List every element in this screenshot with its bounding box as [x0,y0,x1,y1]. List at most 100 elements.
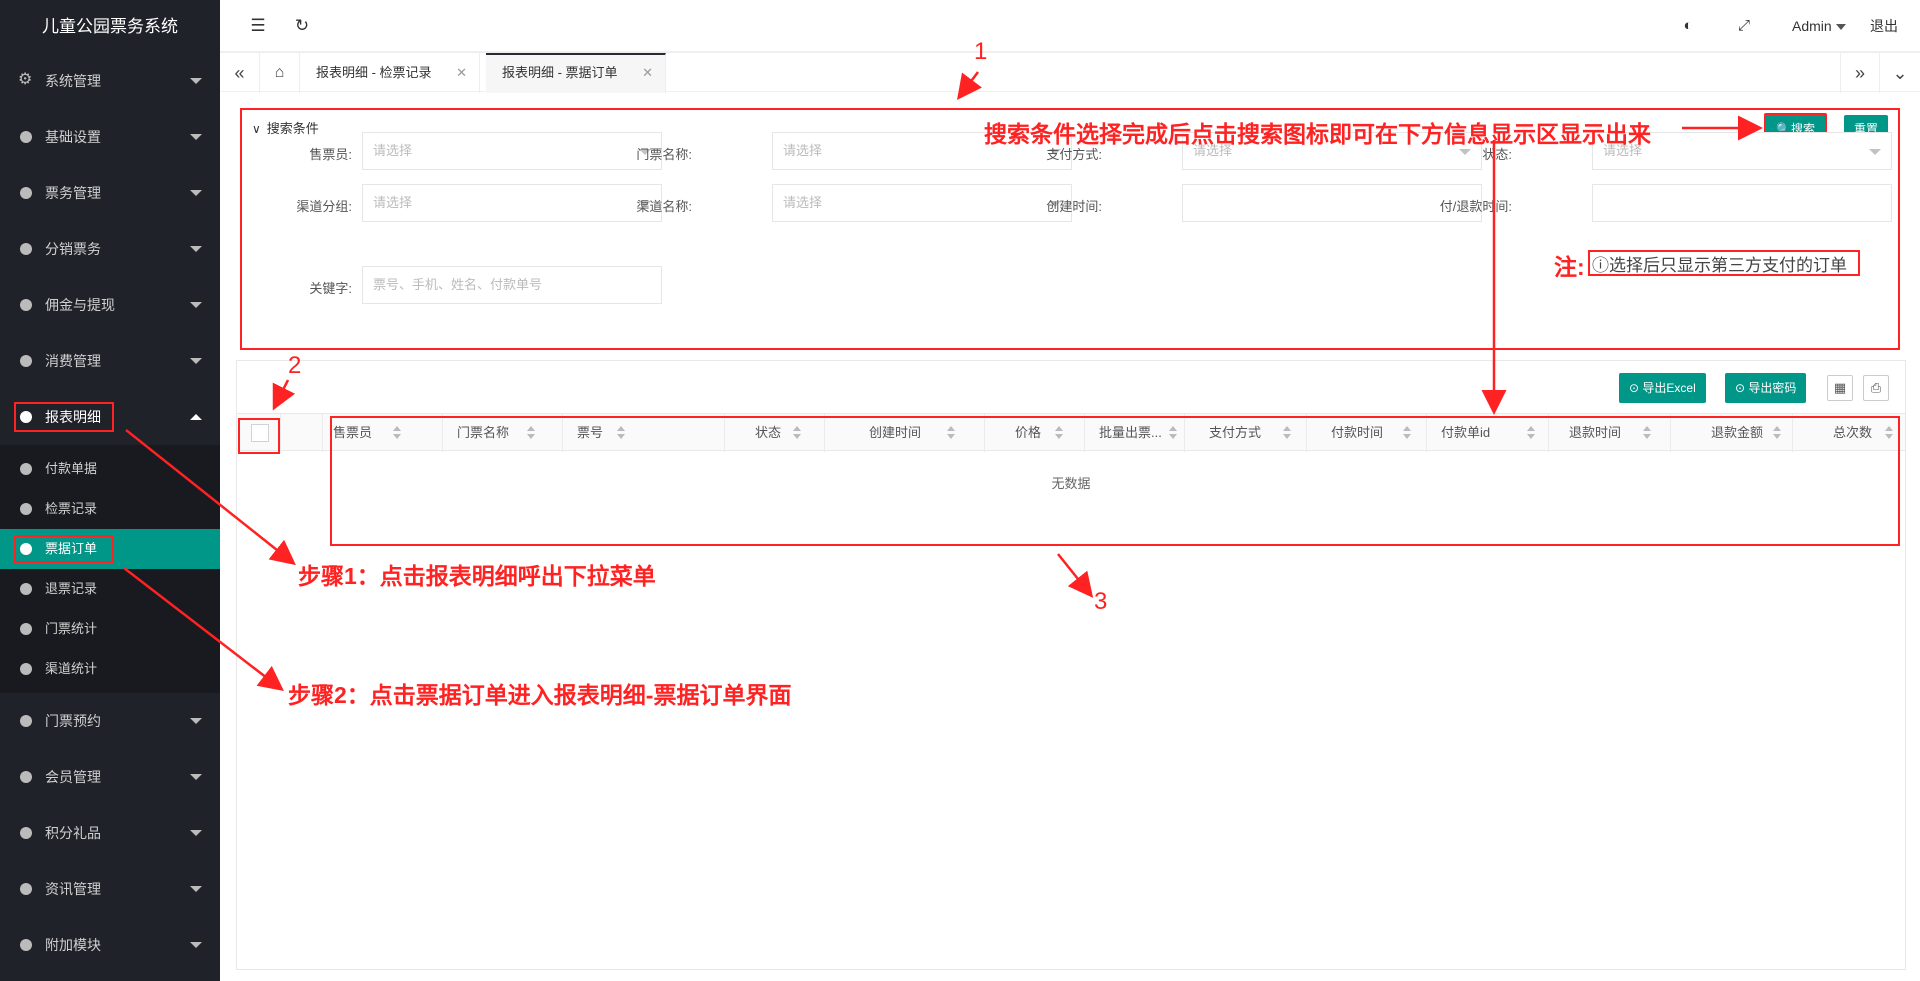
circle-icon [20,503,32,515]
close-icon[interactable]: ✕ [456,53,467,93]
sidebar-item-points[interactable]: 积分礼品 [0,805,220,861]
keyword-input[interactable]: 票号、手机、姓名、付款单号 [362,266,662,304]
sidebar-item-booking[interactable]: 门票预约 [0,693,220,749]
sidebar-item-system[interactable]: ⚙ 系统管理 [0,53,220,109]
print-icon[interactable]: ⎙ [1863,375,1889,401]
annotation-number-1: 1 [974,38,988,65]
sidebar-item-member[interactable]: 会员管理 [0,749,220,805]
theme-palette-icon[interactable]: ◐ [1676,14,1700,38]
annotation-step1: 步骤1：点击报表明细呼出下拉菜单 [298,563,656,589]
ticket-name-label: 门票名称: [636,147,692,162]
user-name: Admin [1792,18,1832,34]
circle-icon [20,827,32,839]
seller-placeholder: 请选择 [373,143,413,158]
home-icon[interactable]: ⌂ [260,53,300,93]
sidebar-item-label: 分销票务 [45,241,101,257]
sidebar-subitem-refund[interactable]: 退票记录 [0,569,220,609]
export-excel-button[interactable]: ⊙ 导出Excel [1619,373,1706,403]
menu-fold-icon[interactable]: ☰ [246,14,270,38]
refresh-icon[interactable]: ↻ [290,14,314,38]
tab-ticket-order[interactable]: 报表明细 - 票据订单 ✕ [486,53,666,93]
chevron-down-icon [190,302,202,308]
circle-icon [20,583,32,595]
chevron-down-icon [190,134,202,140]
circle-icon [20,771,32,783]
sidebar-subitem-channel-stats[interactable]: 渠道统计 [0,649,220,689]
sidebar-item-addon[interactable]: 附加模块 [0,917,220,973]
sidebar-item-label: 积分礼品 [45,825,101,841]
sidebar-item-basic[interactable]: 基础设置 [0,109,220,165]
sidebar-item-label: 会员管理 [45,769,101,785]
channel-group-label: 渠道分组: [296,199,352,214]
columns-icon[interactable]: ▦ [1827,375,1853,401]
sidebar-subitem-label: 渠道统计 [45,661,98,676]
export-code-button[interactable]: ⊙ 导出密码 [1725,373,1807,403]
search-title-text: 搜索条件 [266,121,319,136]
keyword-label: 关键字: [309,281,352,296]
chevron-up-icon [190,414,202,420]
sidebar-subitem-label: 检票记录 [45,501,98,516]
channel-group-placeholder: 请选择 [373,195,413,210]
logout-link[interactable]: 退出 [1870,0,1898,52]
circle-icon [20,355,32,367]
circle-icon [20,623,32,635]
sidebar-item-label: 佣金与提现 [45,297,115,313]
tab-checkin-record[interactable]: 报表明细 - 检票记录 ✕ [300,53,480,93]
user-menu[interactable]: Admin [1792,0,1846,52]
annotation-box-table [330,416,1900,546]
sidebar-item-consume[interactable]: 消费管理 [0,333,220,389]
tab-label: 报表明细 - 票据订单 [502,65,618,80]
sidebar: 儿童公园票务系统 ⚙ 系统管理 基础设置 票务管理 分销票务 佣金与提现 消费管… [0,0,220,981]
circle-icon [20,715,32,727]
circle-icon [20,663,32,675]
pay-refund-time-input[interactable] [1592,184,1892,222]
annotation-box-report [14,402,114,432]
circle-icon [20,883,32,895]
sidebar-item-label: 基础设置 [45,129,101,145]
chevron-down-icon [190,718,202,724]
channel-name-label: 渠道名称: [636,199,692,214]
sidebar-item-commission[interactable]: 佣金与提现 [0,277,220,333]
ticket-name-placeholder: 请选择 [783,143,823,158]
chevron-down-icon [190,78,202,84]
export-excel-label: 导出Excel [1642,381,1696,395]
chevron-down-icon [190,190,202,196]
sidebar-subitem-payment[interactable]: 付款单据 [0,449,220,489]
sidebar-item-label: 系统管理 [45,73,101,89]
sidebar-item-distribution[interactable]: 分销票务 [0,221,220,277]
sidebar-item-label: 资讯管理 [45,881,101,897]
tabs-scroll-right-icon[interactable]: » [1840,53,1880,93]
chevron-down-icon[interactable]: ⌄ [1880,53,1920,93]
chevron-down-icon [190,246,202,252]
report-submenu: 付款单据 检票记录 票据订单 退票记录 门票统计 渠道统计 [0,445,220,693]
sidebar-item-news[interactable]: 资讯管理 [0,861,220,917]
chevron-down-icon [190,942,202,948]
channel-name-placeholder: 请选择 [783,195,823,210]
annotation-box-ticket-order [14,535,114,563]
circle-icon [20,243,32,255]
fullscreen-icon[interactable]: ⤢ [1732,14,1756,38]
tab-label: 报表明细 - 检票记录 [316,65,432,80]
chevron-down-icon [1835,24,1846,31]
search-panel-title[interactable]: ∨ 搜索条件 [252,118,319,137]
sidebar-subitem-checkin[interactable]: 检票记录 [0,489,220,529]
download-icon: ⊙ [1735,381,1746,395]
chevron-down-icon [190,886,202,892]
close-icon[interactable]: ✕ [642,55,653,91]
annotation-note-text: ⓘ选择后只显示第三方支付的订单 [1592,256,1847,275]
tabs-scroll-left-icon[interactable]: « [220,53,260,93]
circle-icon [20,187,32,199]
annotation-search-hint: 搜索条件选择完成后点击搜索图标即可在下方信息显示区显示出来 [984,121,1651,147]
circle-icon [20,131,32,143]
app-title: 儿童公园票务系统 [0,0,220,53]
annotation-note-prefix: 注: [1554,254,1585,280]
sidebar-item-ticket[interactable]: 票务管理 [0,165,220,221]
create-time-label: 创建时间: [1046,199,1102,214]
seller-label: 售票员: [309,147,352,162]
sidebar-subitem-ticket-stats[interactable]: 门票统计 [0,609,220,649]
chevron-down-icon [190,358,202,364]
circle-icon [20,299,32,311]
tab-bar: « ⌂ 报表明细 - 检票记录 ✕ 报表明细 - 票据订单 ✕ » ⌄ [220,52,1920,93]
chevron-down-icon [190,774,202,780]
download-icon: ⊙ [1629,381,1640,395]
